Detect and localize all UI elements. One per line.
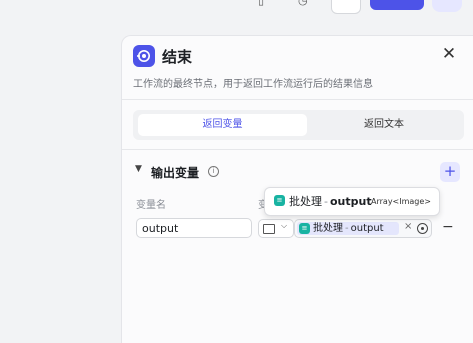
column-header-name: 变量名 — [136, 200, 166, 211]
variable-name-input[interactable]: output — [136, 218, 252, 238]
end-node-icon — [133, 45, 155, 67]
type-select[interactable]: ⌵ — [258, 219, 294, 238]
toolbar-primary-button[interactable] — [370, 0, 424, 10]
return-mode-tabs: 返回变量 返回文本 — [133, 110, 464, 140]
panel-description: 工作流的最终节点，用于返回工作流运行后的结果信息 — [133, 79, 373, 90]
tab-return-text[interactable]: 返回文本 — [309, 114, 459, 136]
reference-label: 批处理 - output — [313, 223, 384, 234]
chevron-down-icon[interactable]: ▼ — [135, 164, 142, 174]
toolbar-icon-button[interactable] — [331, 0, 361, 14]
close-icon[interactable]: ✕ — [439, 44, 459, 64]
avatar[interactable] — [432, 0, 462, 12]
divider — [122, 99, 473, 100]
tooltip-reference-label: 批处理 - output — [289, 195, 372, 208]
target-icon[interactable] — [417, 223, 428, 234]
add-variable-button[interactable]: + — [440, 162, 460, 182]
reference-tooltip: ≡ 批处理 - output Array<Image> — [264, 187, 440, 216]
remove-variable-button[interactable]: − — [442, 220, 454, 234]
chevron-down-icon: ⌵ — [281, 221, 288, 230]
panel-title: 结束 — [162, 48, 193, 66]
mobile-icon[interactable]: ▯ — [258, 0, 272, 8]
info-icon[interactable]: i — [208, 166, 219, 177]
variable-reference-field[interactable]: ≡ 批处理 - output × — [294, 219, 432, 238]
batch-node-icon: ≡ — [274, 195, 285, 206]
history-icon[interactable]: ◷ — [298, 0, 312, 8]
output-section-title: 输出变量 — [151, 166, 200, 180]
divider — [122, 149, 473, 150]
reference-chip: ≡ 批处理 - output — [297, 222, 399, 235]
top-toolbar: ▯ ◷ — [0, 0, 473, 16]
tooltip-type: Array<Image> — [371, 197, 432, 206]
image-icon — [263, 224, 275, 234]
batch-node-icon: ≡ — [299, 223, 310, 234]
clear-icon[interactable]: × — [404, 221, 412, 232]
tab-return-variables[interactable]: 返回变量 — [138, 114, 307, 136]
